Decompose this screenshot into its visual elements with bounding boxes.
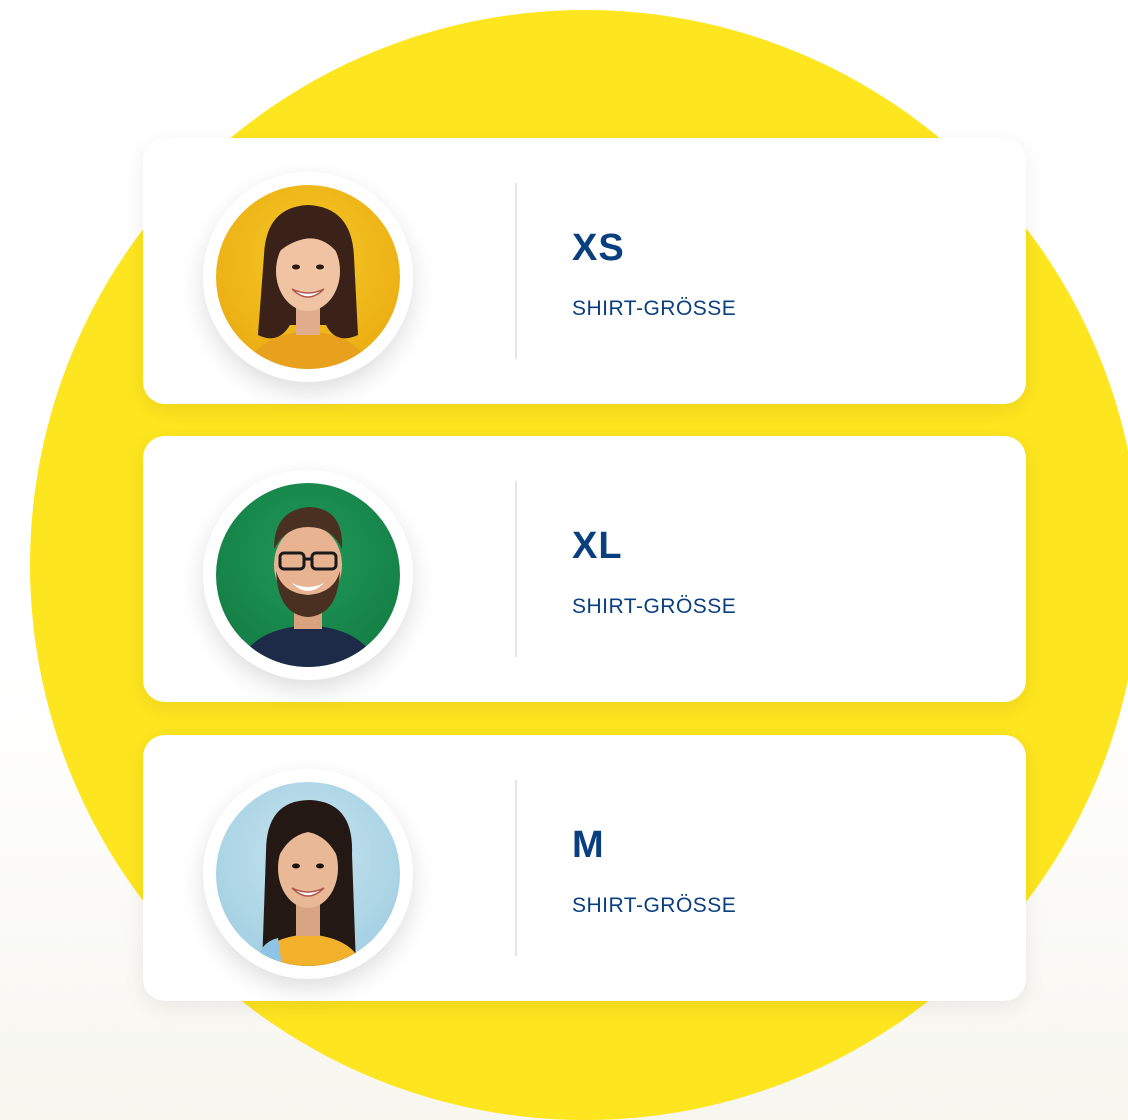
size-card-1: XS SHIRT-GRÖSSE: [143, 138, 1026, 404]
person-photo-icon: [216, 782, 400, 966]
person-photo-icon: [216, 483, 400, 667]
size-card-2: XL SHIRT-GRÖSSE: [143, 436, 1026, 702]
avatar-ring: [203, 172, 413, 382]
shirt-size-value: XS: [572, 227, 625, 269]
shirt-size-label: SHIRT-GRÖSSE: [572, 894, 737, 917]
shirt-size-value: XL: [572, 525, 623, 567]
divider: [515, 780, 517, 956]
shirt-size-label: SHIRT-GRÖSSE: [572, 297, 737, 320]
avatar-ring: [203, 470, 413, 680]
avatar-man-green: [216, 483, 400, 667]
shirt-size-value: M: [572, 824, 605, 866]
avatar-ring: [203, 769, 413, 979]
size-card-3: M SHIRT-GRÖSSE: [143, 735, 1026, 1001]
person-photo-icon: [216, 185, 400, 369]
shirt-size-label: SHIRT-GRÖSSE: [572, 595, 737, 618]
avatar-woman-yellow: [216, 185, 400, 369]
divider: [515, 183, 517, 359]
avatar-woman-blue: [216, 782, 400, 966]
divider: [515, 481, 517, 657]
